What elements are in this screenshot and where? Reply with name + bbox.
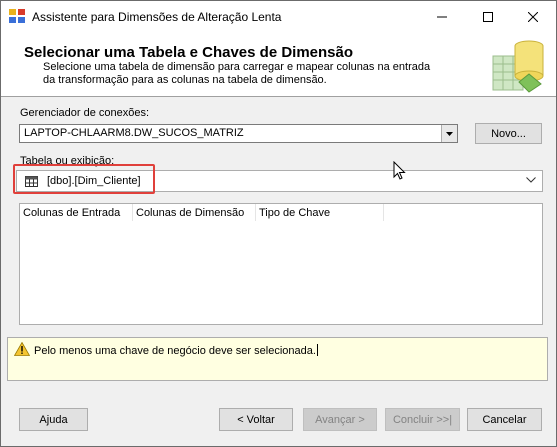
dimension-table-graphic — [492, 40, 544, 93]
next-button[interactable]: Avançar > — [303, 408, 377, 431]
ssis-component-icon — [9, 9, 25, 23]
mouse-pointer-icon — [393, 161, 406, 180]
wizard-window: Assistente para Dimensões de Alteração L… — [0, 0, 557, 447]
grid-header: Colunas de Entrada Colunas de Dimensão T… — [20, 204, 385, 221]
validation-message-box[interactable]: Pelo menos uma chave de negócio deve ser… — [7, 337, 548, 381]
page-title: Selecionar uma Tabela e Chaves de Dimens… — [24, 44, 354, 61]
cancel-button[interactable]: Cancelar — [467, 408, 542, 431]
column-header-input[interactable]: Colunas de Entrada — [20, 204, 133, 221]
validation-message: Pelo menos uma chave de negócio deve ser… — [34, 344, 318, 357]
annotation-highlight-box — [13, 164, 155, 194]
back-button[interactable]: < Voltar — [219, 408, 293, 431]
title-bar[interactable]: Assistente para Dimensões de Alteração L… — [1, 1, 556, 32]
close-button[interactable] — [510, 1, 556, 32]
new-connection-button[interactable]: Novo... — [475, 123, 542, 144]
help-button[interactable]: Ajuda — [19, 408, 88, 431]
connection-manager-value: LAPTOP-CHLAARM8.DW_SUCOS_MATRIZ — [24, 127, 244, 139]
page-description: Selecione uma tabela de dimensão para ca… — [43, 61, 431, 86]
column-header-dimension[interactable]: Colunas de Dimensão — [133, 204, 256, 221]
connection-manager-label: Gerenciador de conexões: — [20, 107, 150, 119]
column-header-key-type[interactable]: Tipo de Chave — [256, 204, 384, 221]
window-title: Assistente para Dimensões de Alteração L… — [32, 10, 282, 24]
connection-manager-dropdown[interactable]: LAPTOP-CHLAARM8.DW_SUCOS_MATRIZ — [19, 124, 458, 143]
close-icon — [528, 11, 538, 22]
maximize-icon — [483, 11, 493, 22]
maximize-button[interactable] — [465, 1, 511, 32]
minimize-button[interactable] — [419, 1, 465, 32]
chevron-down-icon[interactable] — [441, 125, 457, 142]
minimize-icon — [437, 16, 447, 17]
warning-icon — [14, 342, 30, 356]
chevron-down-icon[interactable] — [526, 177, 536, 183]
wizard-header: Selecionar uma Tabela e Chaves de Dimens… — [1, 32, 556, 97]
finish-button[interactable]: Concluir >>| — [385, 408, 460, 431]
column-mapping-grid[interactable]: Colunas de Entrada Colunas de Dimensão T… — [19, 203, 543, 325]
